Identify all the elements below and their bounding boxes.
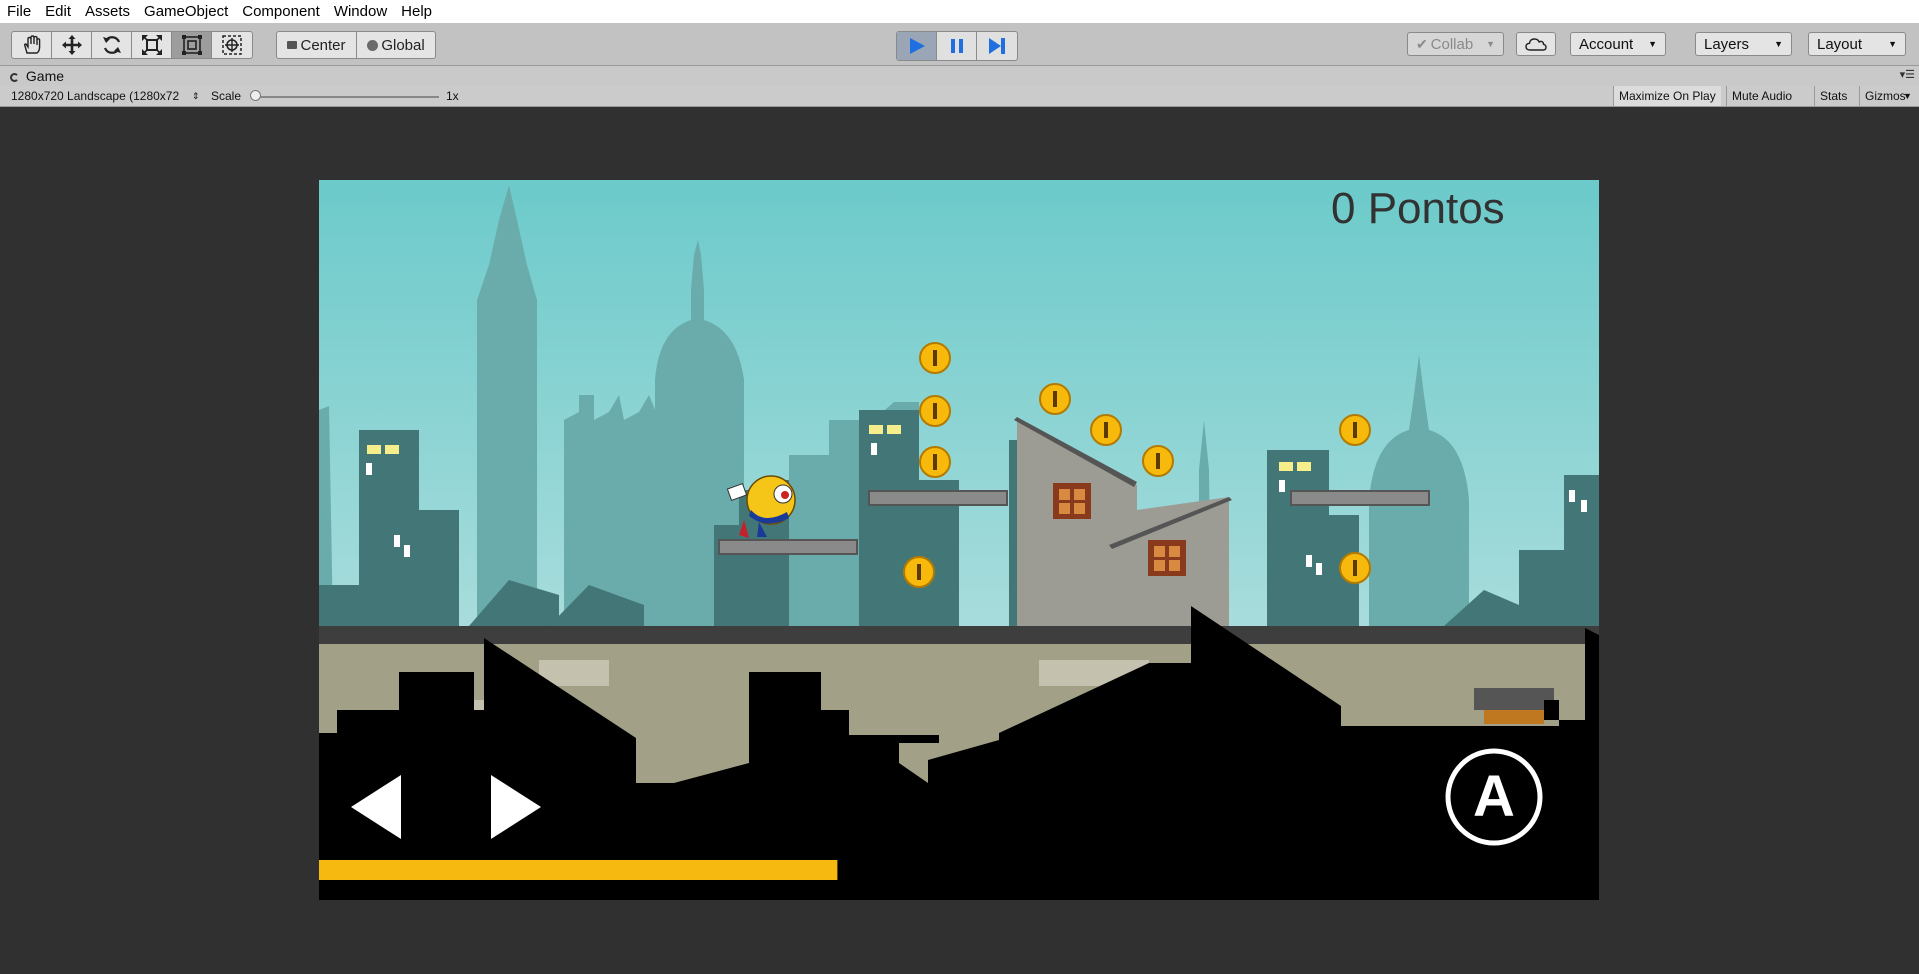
vent [1474,688,1554,710]
scale-slider-handle[interactable] [250,90,261,101]
score-text: 0 Pontos [1331,184,1505,233]
scale-slider-track[interactable] [256,96,439,98]
scale-value: 1x [446,89,459,103]
pivot-icon [287,41,298,49]
action-button-label: A [1473,764,1515,829]
game-view-controls: 1280x720 Landscape (1280x72 ⇕ Scale 1x M… [0,86,1919,107]
ground-ledge [319,626,1599,646]
play-button[interactable] [897,32,937,60]
game-tab-icon [10,73,19,82]
coin [1039,383,1071,415]
collab-dropdown[interactable]: ✔ Collab ▼ [1407,32,1504,56]
rect-tool-icon [181,35,202,55]
tab-game[interactable]: Game [4,66,70,86]
pause-button[interactable] [937,32,977,60]
mute-audio-button[interactable]: Mute Audio [1726,86,1797,106]
hand-tool-button[interactable] [12,32,52,58]
coin [1090,414,1122,446]
resolution-dropdown[interactable]: 1280x720 Landscape (1280x72 ⇕ [11,86,201,106]
chevron-down-icon: ▼ [1888,39,1897,49]
maximize-on-play-button[interactable]: Maximize On Play [1613,86,1721,106]
layers-label: Layers [1704,35,1750,53]
cloud-icon [1525,38,1547,51]
collab-label: Collab [1430,35,1474,53]
chevron-down-icon: ▼ [1648,39,1657,49]
play-icon [909,38,925,54]
move-icon [61,35,82,55]
rect-tool-button[interactable] [172,32,212,58]
panel-menu-icon[interactable]: ▾☰ [1900,68,1915,81]
step-button[interactable] [977,32,1017,60]
cloud-button[interactable] [1516,32,1556,56]
pivot-toggles: Center Global [276,31,436,59]
stats-button[interactable]: Stats [1814,86,1852,106]
globe-icon [367,39,379,51]
game-tab-bar: Game ▾☰ [0,66,1919,86]
game-viewport[interactable]: 0 Pontos A [319,180,1599,900]
hand-icon [23,35,40,54]
resolution-label: 1280x720 Landscape (1280x72 [11,89,180,103]
gizmos-chevron-icon[interactable]: ▼ [1903,86,1912,106]
coin [919,342,951,374]
space-global-button[interactable]: Global [357,32,435,58]
updown-icon: ⇕ [192,91,200,101]
layout-dropdown[interactable]: Layout ▼ [1808,32,1906,56]
layout-label: Layout [1817,35,1863,53]
scale-icon [141,35,162,55]
coin [919,395,951,427]
transform-icon [222,35,242,55]
scale-tool-button[interactable] [132,32,172,58]
chevron-down-icon: ▼ [1486,39,1495,49]
playback-controls [896,31,1018,61]
layers-dropdown[interactable]: Layers ▼ [1695,32,1792,56]
rotate-tool-button[interactable] [92,32,132,58]
progress-bar-fill [319,860,838,880]
rotate-icon [102,36,121,54]
account-label: Account [1579,35,1634,53]
chevron-down-icon: ▼ [1774,39,1783,49]
pause-icon [950,39,963,53]
coin [919,446,951,478]
coin [1339,414,1371,446]
space-label: Global [381,36,425,54]
coin [1339,552,1371,584]
menu-gameobject[interactable]: GameObject [137,0,235,23]
account-dropdown[interactable]: Account ▼ [1570,32,1666,56]
menu-window[interactable]: Window [327,0,394,23]
tab-game-label: Game [25,68,65,84]
pivot-center-button[interactable]: Center [277,32,357,58]
transform-tools [11,31,253,59]
check-icon: ✔ [1416,35,1428,52]
pivot-label: Center [300,36,346,54]
coin [903,556,935,588]
menu-bar: File Edit Assets GameObject Component Wi… [0,0,1919,23]
menu-edit[interactable]: Edit [38,0,78,23]
main-toolbar: Center Global ✔ Collab ▼ Account ▼ Layer… [0,23,1919,66]
transform-tool-button[interactable] [212,32,252,58]
vent-light [1484,710,1544,724]
move-tool-button[interactable] [52,32,92,58]
game-scene [319,180,1599,900]
menu-help[interactable]: Help [394,0,439,23]
scale-label: Scale [211,89,242,103]
menu-file[interactable]: File [0,0,38,23]
menu-component[interactable]: Component [235,0,327,23]
menu-assets[interactable]: Assets [78,0,137,23]
step-icon [989,38,1005,54]
coin [1142,445,1174,477]
